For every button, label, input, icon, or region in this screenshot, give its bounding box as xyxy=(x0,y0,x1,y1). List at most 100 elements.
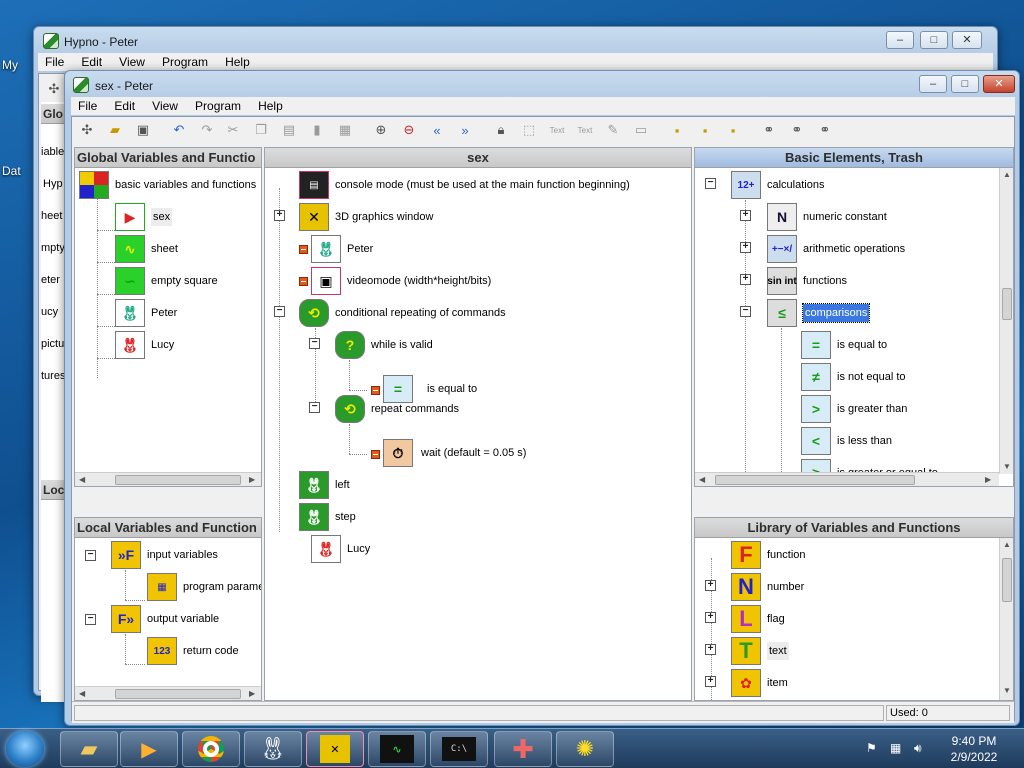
undo-icon[interactable]: ↶ xyxy=(170,121,188,139)
lock-open-icon[interactable]: ▪ xyxy=(668,121,686,139)
text-icon[interactable]: Text xyxy=(548,121,566,139)
basic-item-greater[interactable]: > is greater than xyxy=(801,395,907,423)
zoom-in-icon[interactable]: ⊕ xyxy=(372,121,390,139)
open-folder-icon[interactable]: ▰ xyxy=(106,121,124,139)
collapse-comparisons[interactable]: − xyxy=(740,306,751,317)
expand-text[interactable]: + xyxy=(705,644,716,655)
tree-item-basic-variables[interactable]: basic variables and functions xyxy=(79,171,256,199)
center-item-conditional-repeat[interactable]: ⟲ conditional repeating of commands xyxy=(299,299,506,327)
find-next-icon[interactable]: ⚭ xyxy=(816,121,834,139)
front-minimize-button[interactable]: – xyxy=(919,75,947,93)
local-hscroll-thumb[interactable] xyxy=(115,689,241,699)
save-icon[interactable]: ▣ xyxy=(134,121,152,139)
edit-icon[interactable]: ✎ xyxy=(604,121,622,139)
double-left-icon[interactable]: « xyxy=(428,121,446,139)
zoom-out-icon[interactable]: ⊖ xyxy=(400,121,418,139)
lock-yellow-icon[interactable]: ▪ xyxy=(724,121,742,139)
basic-hscroll-thumb[interactable] xyxy=(715,475,915,485)
basic-item-numeric-constant[interactable]: N numeric constant xyxy=(767,203,887,231)
library-item-text[interactable]: T text xyxy=(731,637,789,665)
taskbar-cmd[interactable]: C:\ xyxy=(430,731,488,767)
menu-edit[interactable]: Edit xyxy=(107,97,142,113)
expand-item[interactable]: + xyxy=(705,676,716,687)
back-menu-view[interactable]: View xyxy=(112,53,152,69)
front-maximize-button[interactable]: □ xyxy=(951,75,979,93)
menu-file[interactable]: File xyxy=(71,97,104,113)
action-center-icon[interactable]: ▦ xyxy=(890,741,901,755)
basic-item-less[interactable]: < is less than xyxy=(801,427,892,455)
tree-icon[interactable]: ✣ xyxy=(78,121,96,139)
tree-item-peter[interactable]: 🐰︎ Peter xyxy=(115,299,177,327)
global-hscroll[interactable]: ◀ ▶ xyxy=(75,472,261,486)
back-tree-icon[interactable]: ✣ xyxy=(45,80,63,98)
front-close-button[interactable]: ✕ xyxy=(983,75,1015,93)
tree-item-return-code[interactable]: 123 return code xyxy=(147,637,239,665)
taskbar-3d[interactable]: ✕ xyxy=(306,731,364,767)
menu-help[interactable]: Help xyxy=(251,97,290,113)
expand-flag[interactable]: + xyxy=(705,612,716,623)
tree-item-lucy[interactable]: 🐰︎ Lucy xyxy=(115,331,174,359)
center-item-3d-window[interactable]: ✕ 3D graphics window xyxy=(299,203,433,231)
back-minimize-button[interactable]: – xyxy=(886,31,914,49)
center-item-while-valid[interactable]: ? while is valid xyxy=(335,331,433,359)
basic-item-not-equal[interactable]: ≠ is not equal to xyxy=(801,363,906,391)
taskbar-media-player[interactable]: ▶ xyxy=(120,731,178,767)
menu-view[interactable]: View xyxy=(145,97,185,113)
back-window-titlebar[interactable]: Hypno - Peter – □ ✕ xyxy=(34,27,997,55)
library-item-number[interactable]: N number xyxy=(731,573,804,601)
text-field-icon[interactable]: Text xyxy=(576,121,594,139)
taskbar-sphere[interactable]: ✺ xyxy=(556,731,614,767)
library-vscroll[interactable]: ▲ ▼ xyxy=(999,538,1013,700)
basic-item-is-equal[interactable]: = is equal to xyxy=(801,331,887,359)
network-icon[interactable]: ⚑ xyxy=(866,741,877,755)
global-hscroll-thumb[interactable] xyxy=(115,475,241,485)
start-button[interactable] xyxy=(6,731,44,767)
binoculars-icon[interactable]: ⚭ xyxy=(760,121,778,139)
taskbar-chrome[interactable] xyxy=(182,731,240,767)
taskbar-oscilloscope[interactable]: ∿ xyxy=(368,731,426,767)
tree-item-sheet[interactable]: ∿ sheet xyxy=(115,235,178,263)
back-maximize-button[interactable]: □ xyxy=(920,31,948,49)
back-close-button[interactable]: ✕ xyxy=(952,31,982,49)
back-menu-edit[interactable]: Edit xyxy=(74,53,109,69)
tree-item-output-variable[interactable]: F» output variable xyxy=(111,605,219,633)
image-icon[interactable]: ▭ xyxy=(632,121,650,139)
basic-item-comparisons[interactable]: ≤ comparisons xyxy=(767,299,871,327)
lock-small-icon[interactable]: ▪ xyxy=(696,121,714,139)
expand-numeric-constant[interactable]: + xyxy=(740,210,751,221)
basic-hscroll[interactable]: ◀ ▶ xyxy=(695,472,999,486)
tree-item-empty-square[interactable]: ∽ empty square xyxy=(115,267,218,295)
tree-item-sex[interactable]: ▶ sex xyxy=(115,203,173,231)
volume-icon[interactable]: 🔊︎ xyxy=(914,741,922,756)
expand-functions[interactable]: + xyxy=(740,274,751,285)
collapse-repeat-commands[interactable]: − xyxy=(309,402,320,413)
center-item-lucy[interactable]: 🐰︎ Lucy xyxy=(311,535,370,563)
center-item-step[interactable]: 🐰︎ step xyxy=(299,503,356,531)
cut-icon[interactable]: ✂ xyxy=(224,121,242,139)
select-icon[interactable]: ⬚ xyxy=(520,121,538,139)
center-item-peter[interactable]: 🐰︎ Peter xyxy=(311,235,373,263)
taskbar-hypno[interactable]: 🐰︎ xyxy=(244,731,302,767)
back-menu-help[interactable]: Help xyxy=(218,53,257,69)
taskbar-folder[interactable]: ▰ xyxy=(60,731,118,767)
menu-program[interactable]: Program xyxy=(188,97,248,113)
find-icon[interactable]: ⚭ xyxy=(788,121,806,139)
double-right-icon[interactable]: » xyxy=(456,121,474,139)
library-item-flag[interactable]: L flag xyxy=(731,605,785,633)
clock-date[interactable]: 2/9/2022 xyxy=(946,750,1002,764)
center-item-repeat-commands[interactable]: ⟲ repeat commands xyxy=(335,395,459,423)
collapse-input-variables[interactable]: − xyxy=(85,550,96,561)
back-menu-file[interactable]: File xyxy=(38,53,71,69)
basic-vscroll[interactable]: ▲ ▼ xyxy=(999,168,1013,474)
basic-vscroll-thumb[interactable] xyxy=(1002,288,1012,320)
library-item-function[interactable]: F function xyxy=(731,541,806,569)
grid-icon[interactable]: ▦ xyxy=(336,121,354,139)
tree-item-program-parameters[interactable]: ▦ program parame xyxy=(147,573,261,601)
expand-number[interactable]: + xyxy=(705,580,716,591)
expand-3d-window[interactable]: + xyxy=(274,210,285,221)
collapse-conditional-repeat[interactable]: − xyxy=(274,306,285,317)
delete-icon[interactable]: ▮ xyxy=(308,121,326,139)
lock-icon[interactable]: 🔒︎ xyxy=(492,121,510,139)
front-window-titlebar[interactable]: sex - Peter – □ ✕ xyxy=(65,71,1019,99)
basic-item-calculations[interactable]: 12+ calculations xyxy=(731,171,824,199)
